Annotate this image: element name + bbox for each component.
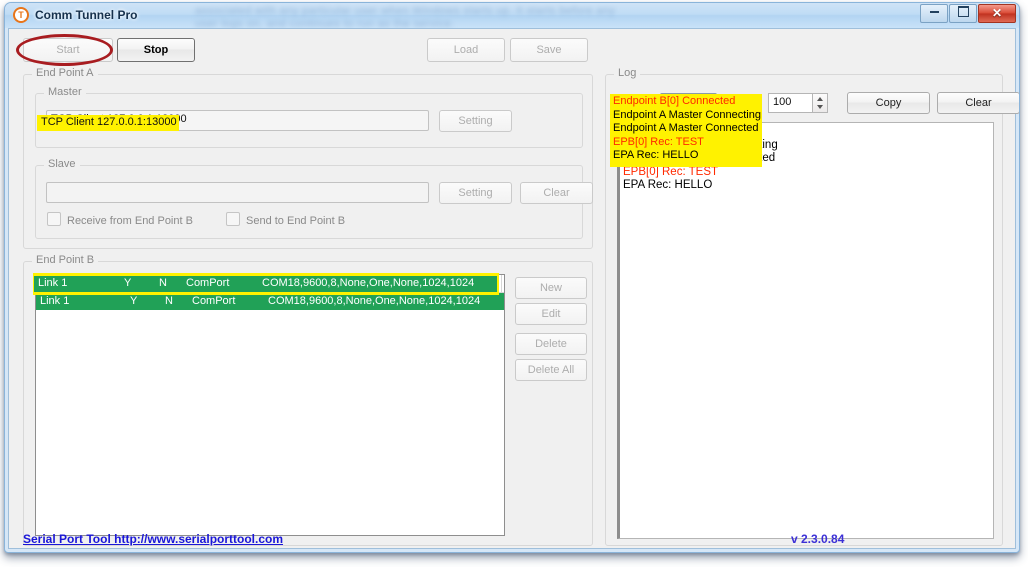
version-label: v 2.3.0.84 (791, 532, 845, 546)
checkbox-box-icon (47, 212, 61, 226)
save-button[interactable]: Save (510, 38, 588, 62)
minimize-icon (929, 11, 939, 13)
aero-glass-backdrop: associated with any particular user when… (195, 5, 955, 28)
delete-button[interactable]: Delete (515, 333, 587, 355)
buffer-stepper[interactable] (813, 93, 828, 113)
annotation-log-line: Endpoint A Master Connecting (613, 108, 761, 121)
stop-button-label: Stop (143, 44, 169, 56)
end-point-b-list[interactable]: Name From To Type Comments Link 1 Y N Co… (35, 274, 505, 536)
clear-log-button[interactable]: Clear (937, 92, 1019, 114)
clear-log-label: Clear (965, 97, 992, 109)
maximize-button[interactable] (949, 4, 977, 23)
slave-endpoint-input[interactable] (46, 182, 429, 203)
annotation-log-line: Endpoint B[0] Connected (613, 95, 736, 107)
app-logo-icon: T (13, 7, 29, 23)
annotation-cell-type: ComPort (186, 277, 230, 289)
application-window: associated with any particular user when… (4, 2, 1020, 553)
receive-from-endpoint-b-checkbox[interactable]: Receive from End Point B (47, 212, 193, 227)
slave-group: Slave Setting Clear Receive from End Poi… (35, 158, 593, 239)
master-setting-button[interactable]: Setting (439, 110, 512, 132)
backdrop-line-1: associated with any particular user when… (195, 5, 616, 17)
end-point-b-group-label: End Point B (32, 254, 99, 266)
annotation-cell-to: N (159, 277, 167, 289)
table-row[interactable]: Link 1 Y N ComPort COM18,9600,8,None,One… (36, 293, 504, 310)
send-to-endpoint-b-label: Send to End Point B (246, 215, 346, 227)
start-button[interactable]: Start (23, 38, 113, 62)
cell-from: Y (130, 295, 138, 307)
close-icon: ✕ (991, 6, 1003, 20)
new-button[interactable]: New (515, 277, 587, 299)
end-point-a-group-label: End Point A (32, 67, 98, 79)
slave-setting-label: Setting (458, 187, 493, 199)
slave-group-label: Slave (44, 158, 80, 170)
slave-clear-button[interactable]: Clear (520, 182, 593, 204)
annotation-log-line: EPB[0] Rec: TEST (613, 135, 704, 148)
annotation-cell-name: Link 1 (38, 277, 68, 289)
checkbox-box-icon (226, 212, 240, 226)
annotation-log-line: Endpoint A Master Connected (613, 122, 759, 134)
delete-all-button-label: Delete All (527, 364, 575, 376)
stop-button[interactable]: Stop (117, 38, 195, 62)
load-button-label: Load (453, 44, 479, 56)
slave-setting-button[interactable]: Setting (439, 182, 512, 204)
cell-type: ComPort (192, 295, 236, 307)
title-bar: associated with any particular user when… (5, 3, 1019, 28)
backdrop-line-2: user logs on, and continues to run as th… (195, 18, 455, 28)
log-output[interactable]: Endpoint B[0] Connected Endpoint A Maste… (617, 122, 994, 539)
window-title: Comm Tunnel Pro (35, 8, 138, 22)
slave-clear-label: Clear (543, 187, 570, 199)
stepper-down-icon[interactable] (817, 105, 823, 109)
load-button[interactable]: Load (427, 38, 505, 62)
receive-from-endpoint-b-label: Receive from End Point B (67, 215, 193, 227)
maximize-icon (957, 6, 969, 17)
cell-to: N (165, 295, 173, 307)
annotation-highlight-log-text: Endpoint B[0] Connected Endpoint A Maste… (613, 95, 761, 163)
cell-comments: COM18,9600,8,None,One,None,1024,1024 (268, 295, 481, 307)
buffer-input[interactable]: 100 (768, 93, 813, 113)
annotation-highlight-master-endpoint-text: TCP Client 127.0.0.1:13000 (41, 116, 177, 128)
end-point-a-group: End Point A Master TCP Client 127.0.0.1:… (23, 67, 593, 249)
copy-log-button[interactable]: Copy (847, 92, 930, 114)
annotation-cell-from: Y (124, 277, 132, 289)
master-setting-label: Setting (458, 115, 493, 127)
log-line: EPA Rec: HELLO (623, 179, 713, 191)
cell-name: Link 1 (40, 295, 70, 307)
annotation-cell-comments: COM18,9600,8,None,One,None,1024,1024 (262, 277, 475, 289)
stepper-up-icon[interactable] (817, 97, 823, 101)
save-button-label: Save (536, 44, 562, 56)
delete-all-button[interactable]: Delete All (515, 359, 587, 381)
minimize-button[interactable] (920, 4, 948, 23)
end-point-b-group: End Point B Name From To Type Comments L… (23, 254, 593, 546)
close-button[interactable]: ✕ (978, 4, 1016, 23)
log-line: EPB[0] Rec: TEST (623, 165, 719, 178)
buffer-value: 100 (773, 96, 792, 108)
copy-log-label: Copy (875, 97, 902, 109)
send-to-endpoint-b-checkbox[interactable]: Send to End Point B (226, 212, 345, 227)
master-group-label: Master (44, 86, 86, 98)
serial-port-tool-link[interactable]: Serial Port Tool http://www.serialportto… (23, 532, 283, 546)
start-button-label: Start (56, 44, 80, 56)
annotation-row-text: Link 1 Y N ComPort COM18,9600,8,None,One,Non… (38, 277, 501, 289)
new-button-label: New (539, 282, 562, 294)
edit-button[interactable]: Edit (515, 303, 587, 325)
annotation-log-line: EPA Rec: HELLO (613, 149, 699, 161)
log-group-label: Log (614, 67, 641, 79)
delete-button-label: Delete (535, 338, 567, 350)
edit-button-label: Edit (541, 308, 561, 320)
